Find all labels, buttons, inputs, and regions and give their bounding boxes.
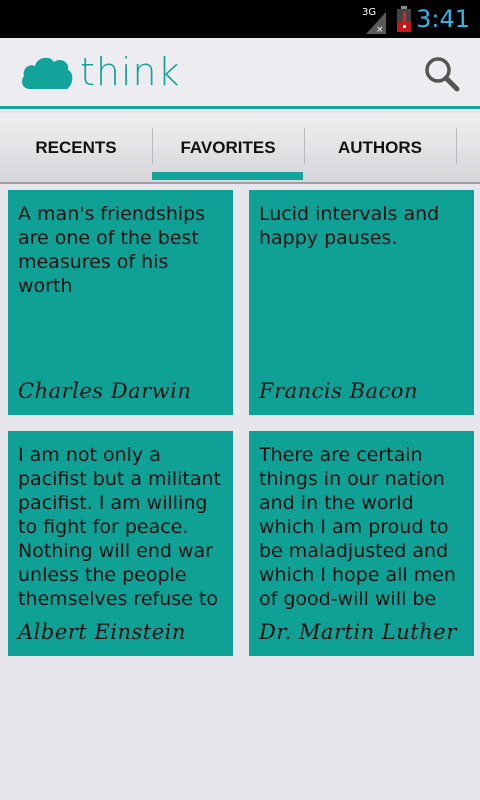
quote-card[interactable]: I am not only a pacifist but a militant …	[8, 431, 233, 656]
status-bar: 3G × 3:41	[0, 0, 480, 38]
quote-card[interactable]: A man's friendships are one of the best …	[8, 190, 233, 415]
action-bar-divider	[0, 106, 480, 109]
quote-author: Albert Einstein	[18, 620, 186, 644]
quote-text: Lucid intervals and happy pauses.	[259, 203, 440, 249]
quote-text: There are certain things in our nation a…	[259, 444, 456, 610]
action-bar: think	[0, 38, 480, 108]
quote-author: Dr. Martin Luther	[259, 620, 457, 644]
clock: 3:41	[416, 5, 470, 33]
search-button[interactable]	[422, 54, 462, 94]
quote-author: Francis Bacon	[259, 379, 418, 403]
quote-author: Charles Darwin	[18, 379, 192, 403]
network-type: 3G	[362, 7, 376, 18]
tab-authors[interactable]: AUTHORS	[304, 113, 456, 182]
selected-tab-indicator	[152, 172, 303, 180]
quote-card[interactable]: Lucid intervals and happy pauses. Franci…	[249, 190, 474, 415]
tab-divider	[456, 128, 457, 164]
quote-text: A man's friendships are one of the best …	[18, 203, 206, 297]
signal-icon: 3G ×	[362, 7, 386, 34]
quote-card[interactable]: There are certain things in our nation a…	[249, 431, 474, 656]
app-name: think	[80, 50, 181, 94]
quote-text: I am not only a pacifist but a militant …	[18, 444, 221, 610]
search-icon	[425, 57, 460, 92]
svg-text:×: ×	[376, 25, 384, 34]
tab-recents[interactable]: RECENTS	[0, 113, 152, 182]
cloud-icon	[22, 57, 73, 89]
battery-icon	[397, 6, 411, 32]
app-logo: think	[20, 50, 181, 94]
